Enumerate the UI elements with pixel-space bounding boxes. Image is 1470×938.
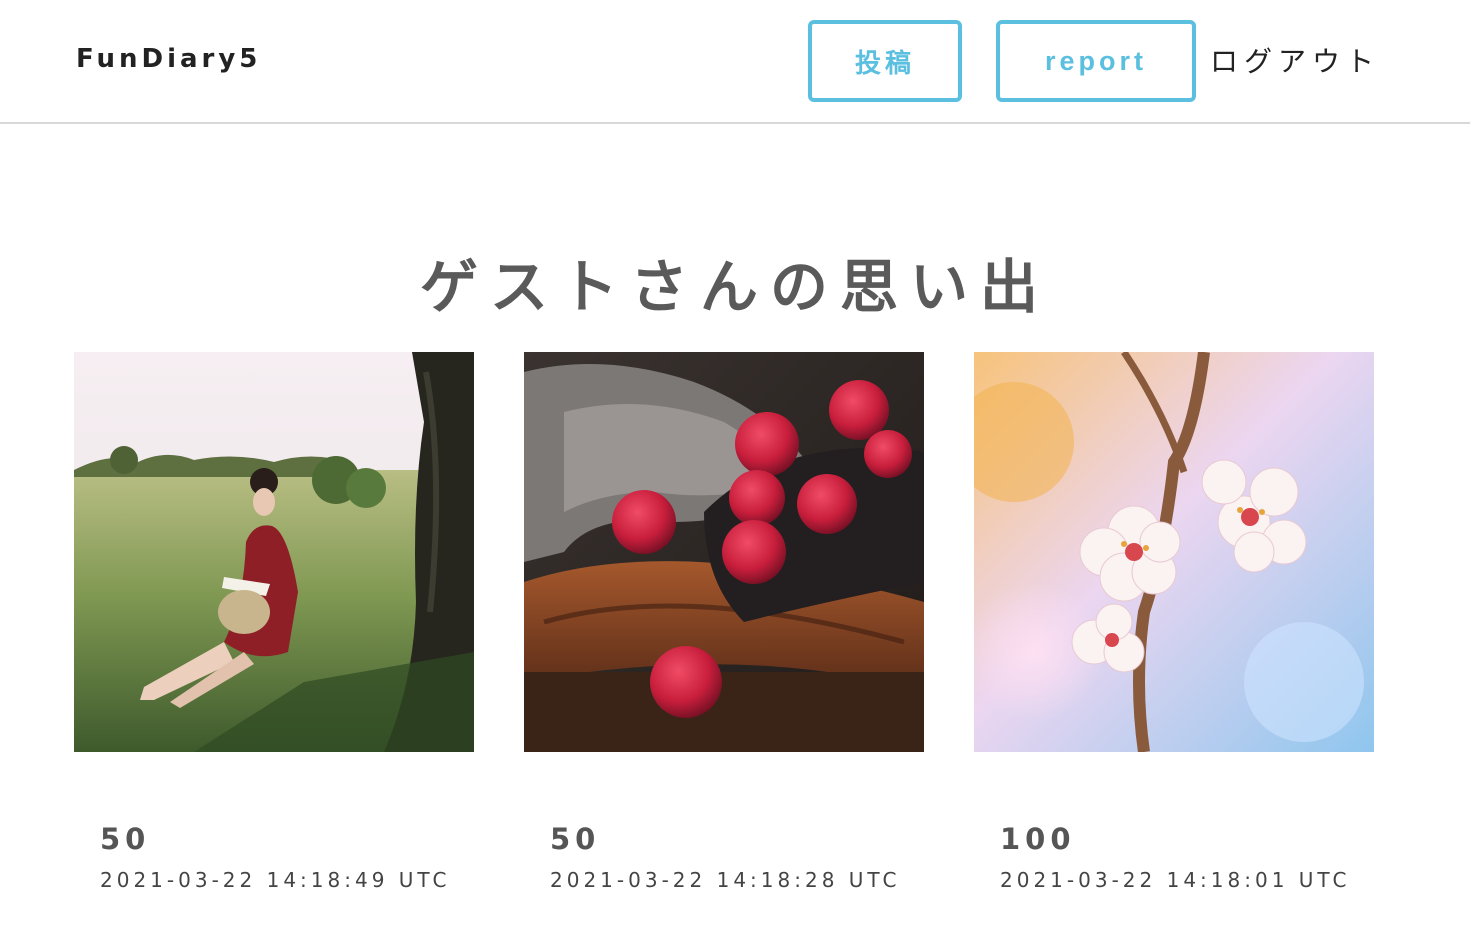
- post-card[interactable]: 50 2021-03-22 14:18:28 UTC: [524, 352, 924, 892]
- post-date: 2021-03-22 14:18:28 UTC: [550, 868, 901, 892]
- page-title: ゲストさんの思い出: [419, 253, 1050, 321]
- post-count: 50: [550, 822, 601, 856]
- post-count: 50: [100, 822, 151, 856]
- site-header: FunDiary5 投稿 report ログアウト: [0, 0, 1470, 124]
- post-date: 2021-03-22 14:18:49 UTC: [100, 868, 451, 892]
- post-image[interactable]: [74, 352, 474, 752]
- post-image[interactable]: [974, 352, 1374, 752]
- post-card[interactable]: 100 2021-03-22 14:18:01 UTC: [974, 352, 1374, 892]
- post-image[interactable]: [524, 352, 924, 752]
- post-date: 2021-03-22 14:18:01 UTC: [1000, 868, 1351, 892]
- post-count: 100: [1000, 822, 1076, 856]
- post-card[interactable]: 50 2021-03-22 14:18:49 UTC: [74, 352, 474, 892]
- logout-link[interactable]: ログアウト: [1210, 40, 1380, 80]
- post-button[interactable]: 投稿: [808, 20, 962, 102]
- cherry-blossom-photo: [974, 352, 1374, 752]
- brand-logo[interactable]: FunDiary5: [76, 44, 261, 74]
- woman-reading-in-field-photo: [74, 352, 474, 752]
- raspberries-on-wood-photo: [524, 352, 924, 752]
- report-button[interactable]: report: [996, 20, 1196, 102]
